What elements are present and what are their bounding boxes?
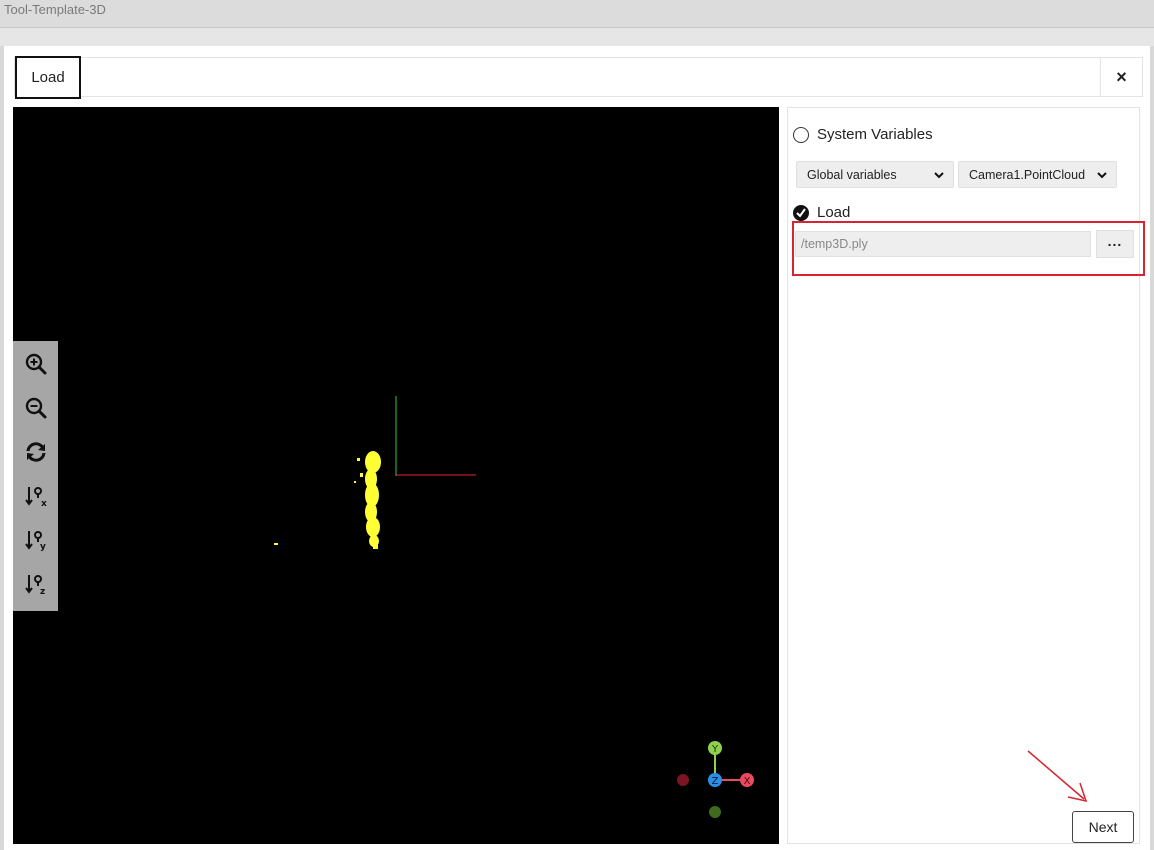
variable-select-value: Camera1.PointCloud bbox=[969, 167, 1086, 182]
gizmo-z-label: Z bbox=[712, 776, 719, 787]
system-variables-radio[interactable] bbox=[793, 126, 809, 143]
zoom-in-button[interactable] bbox=[21, 349, 51, 379]
load-radio[interactable] bbox=[793, 204, 809, 221]
view-y-button[interactable]: y bbox=[21, 525, 51, 555]
gizmo-y-label: Y bbox=[711, 744, 719, 755]
svg-text:y: y bbox=[40, 542, 46, 552]
zoom-out-icon bbox=[25, 397, 47, 419]
load-option[interactable]: Load bbox=[793, 204, 850, 221]
next-button[interactable]: Next bbox=[1072, 811, 1134, 843]
tab-bar: Load × bbox=[14, 56, 1143, 99]
gizmo-x-label: X bbox=[744, 776, 751, 787]
variable-select[interactable]: Camera1.PointCloud bbox=[958, 161, 1117, 188]
chevron-down-icon bbox=[934, 172, 944, 179]
scope-select[interactable]: Global variables bbox=[796, 161, 954, 188]
dialog: Load × Y X Z x y z System Variables Glob… bbox=[4, 46, 1150, 850]
load-label: Load bbox=[817, 204, 851, 221]
menu-strip bbox=[0, 28, 1154, 46]
view-z-icon: z bbox=[25, 575, 45, 596]
svg-text:z: z bbox=[40, 587, 45, 596]
tab-load[interactable]: Load bbox=[15, 56, 81, 99]
point-cloud bbox=[274, 451, 381, 549]
svg-text:x: x bbox=[41, 499, 47, 508]
chevron-down-icon bbox=[1097, 172, 1107, 179]
orientation-gizmo: Y X Z bbox=[677, 741, 754, 818]
reset-view-icon bbox=[26, 442, 46, 462]
title-bar: Tool-Template-3D bbox=[0, 0, 1154, 28]
gizmo-neg-y bbox=[709, 806, 721, 818]
viewer-scene: Y X Z bbox=[274, 396, 754, 818]
view-x-icon: x bbox=[25, 487, 47, 508]
viewer-toolbar: x y z bbox=[13, 341, 58, 611]
window-title: Tool-Template-3D bbox=[4, 2, 106, 17]
check-icon bbox=[796, 207, 806, 218]
zoom-in-icon bbox=[25, 353, 47, 375]
system-variables-option[interactable]: System Variables bbox=[793, 126, 933, 143]
view-z-button[interactable]: z bbox=[21, 569, 51, 599]
point-cloud-viewer[interactable]: Y X Z x y z bbox=[13, 107, 779, 844]
annotation-highlight-box bbox=[792, 221, 1145, 276]
close-button[interactable]: × bbox=[1100, 58, 1142, 96]
view-y-icon: y bbox=[25, 531, 46, 552]
gizmo-neg-x bbox=[677, 774, 689, 786]
scope-select-value: Global variables bbox=[807, 167, 897, 182]
close-icon: × bbox=[1116, 66, 1127, 87]
reset-view-button[interactable] bbox=[21, 437, 51, 467]
zoom-out-button[interactable] bbox=[21, 393, 51, 423]
annotation-arrow-icon bbox=[1027, 750, 1088, 803]
source-panel: System Variables Global variables Camera… bbox=[787, 107, 1145, 844]
system-variables-label: System Variables bbox=[817, 126, 933, 143]
view-x-button[interactable]: x bbox=[21, 481, 51, 511]
